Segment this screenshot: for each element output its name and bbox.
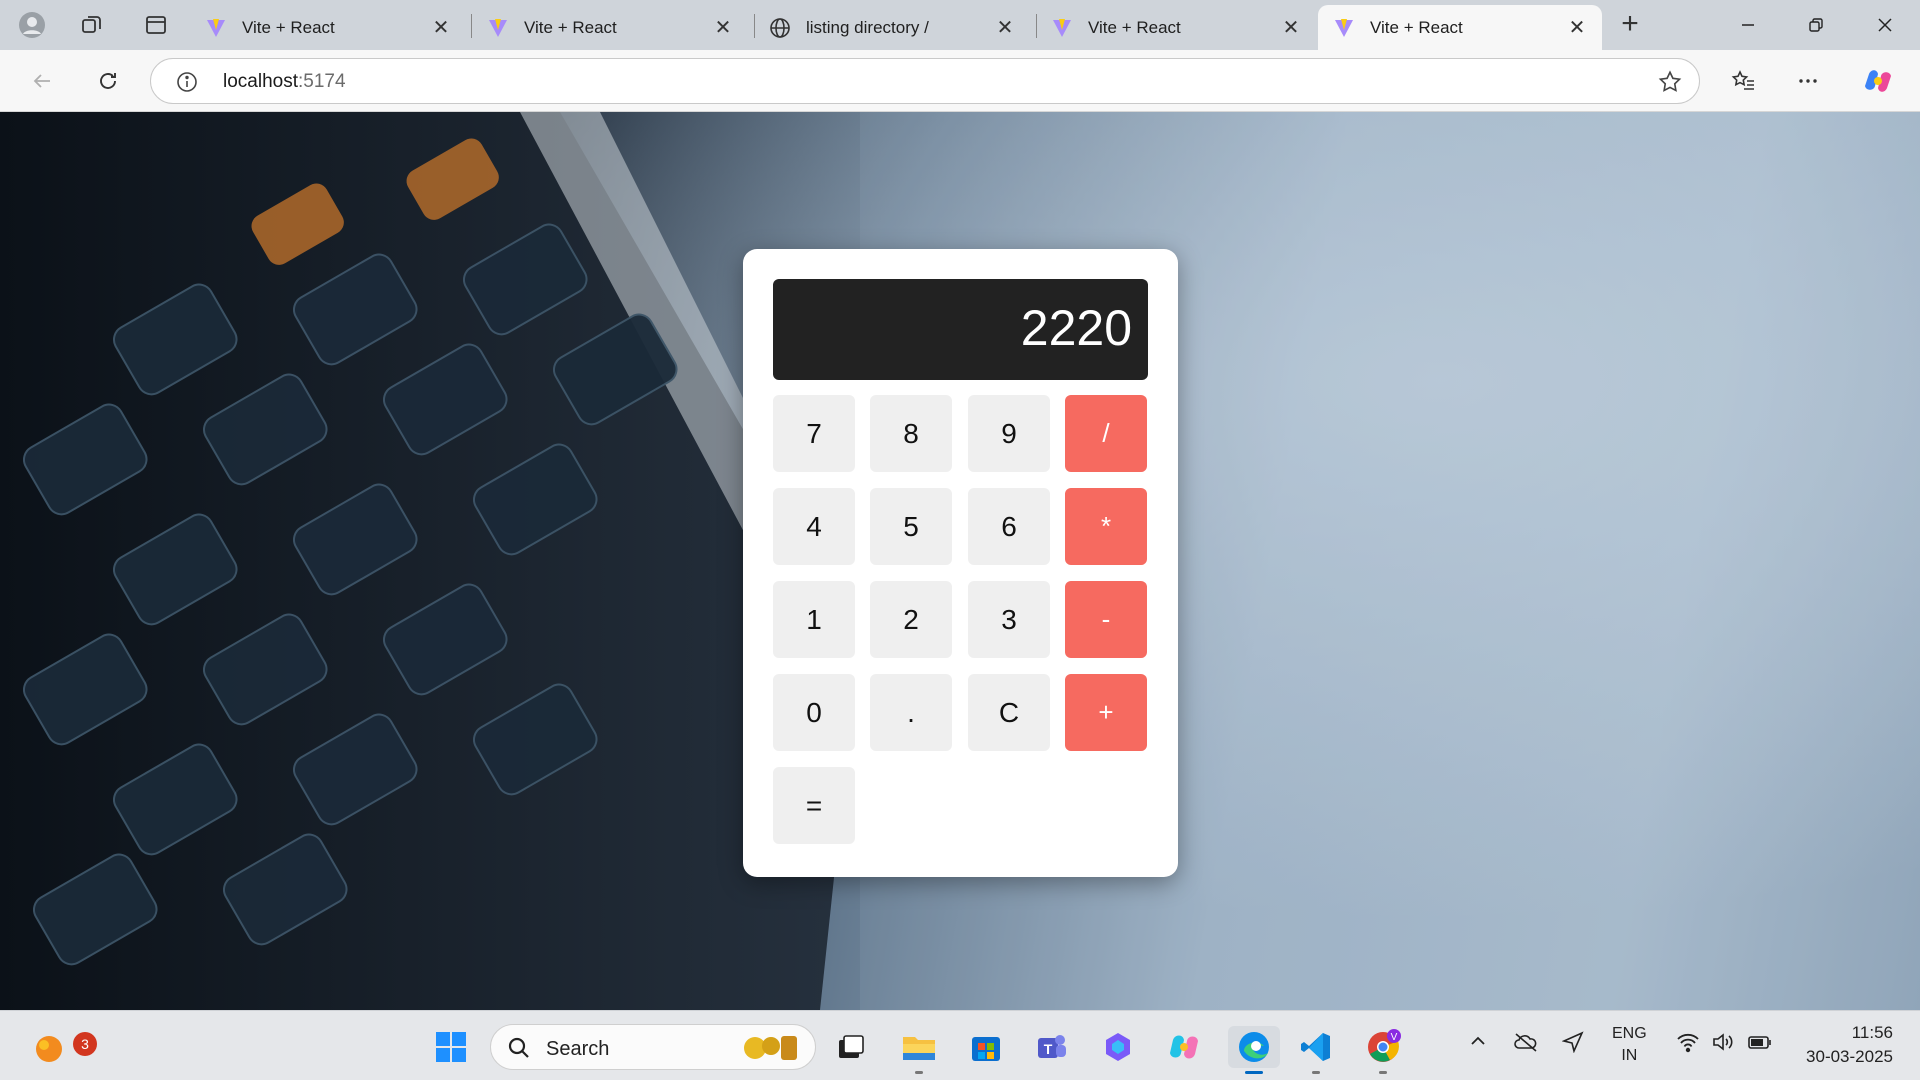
browser-tab[interactable]: Vite + React ✕	[190, 5, 466, 50]
new-tab-button[interactable]: +	[1615, 9, 1645, 40]
wifi-icon[interactable]	[1676, 1031, 1700, 1058]
globe-icon	[768, 16, 792, 40]
tab-title: Vite + React	[242, 17, 335, 37]
vite-logo-icon	[204, 16, 228, 40]
key-clear[interactable]: C	[968, 674, 1050, 751]
site-info-icon[interactable]	[175, 70, 199, 94]
taskbar: 3 Search T V ENG IN 11:56 30-03-2025	[0, 1010, 1920, 1080]
running-indicator	[1312, 1071, 1320, 1074]
language-code: ENG	[1612, 1025, 1647, 1042]
close-tab-icon[interactable]: ✕	[430, 15, 452, 40]
onedrive-offline-icon[interactable]	[1513, 1031, 1539, 1058]
taskbar-search-box[interactable]: Search	[490, 1024, 816, 1070]
language-indicator[interactable]: ENG IN	[1612, 1023, 1647, 1067]
address-bar[interactable]: localhost:5174	[150, 58, 1700, 104]
profile-icon[interactable]	[16, 9, 48, 41]
close-tab-icon[interactable]: ✕	[1566, 15, 1588, 40]
browser-toolbar: localhost:5174	[0, 50, 1920, 112]
key-decimal[interactable]: .	[870, 674, 952, 751]
microsoft-store-icon[interactable]	[965, 1026, 1007, 1068]
key-6[interactable]: 6	[968, 488, 1050, 565]
copilot-app-icon[interactable]	[1163, 1026, 1205, 1068]
back-button[interactable]	[24, 63, 60, 99]
vite-logo-icon	[1332, 16, 1356, 40]
tab-title: listing directory /	[806, 17, 929, 37]
key-9[interactable]: 9	[968, 395, 1050, 472]
key-add[interactable]: +	[1065, 674, 1147, 751]
task-view-icon[interactable]	[830, 1026, 872, 1068]
key-4[interactable]: 4	[773, 488, 855, 565]
notification-badge: 3	[73, 1032, 97, 1056]
running-indicator	[915, 1071, 923, 1074]
search-icon	[508, 1037, 529, 1058]
favorite-star-icon[interactable]	[1657, 69, 1683, 95]
teams-icon[interactable]: T	[1030, 1026, 1072, 1068]
svg-text:T: T	[1044, 1041, 1053, 1057]
vite-logo-icon	[1050, 16, 1074, 40]
url-port: :5174	[298, 71, 346, 92]
key-divide[interactable]: /	[1065, 395, 1147, 472]
key-8[interactable]: 8	[870, 395, 952, 472]
url-host: localhost	[223, 71, 298, 92]
chrome-icon[interactable]: V	[1362, 1026, 1404, 1074]
browser-tab[interactable]: Vite + React ✕	[472, 5, 748, 50]
minimize-button[interactable]	[1725, 8, 1771, 42]
address-url[interactable]: localhost:5174	[223, 71, 346, 93]
volume-icon[interactable]	[1711, 1031, 1735, 1058]
search-label: Search	[546, 1038, 610, 1060]
close-window-button[interactable]	[1862, 8, 1908, 42]
page-viewport: 2220 7 8 9 / 4 5 6 * 1 2 3 - 0 . C + =	[0, 112, 1920, 1010]
key-equals[interactable]: =	[773, 767, 855, 844]
key-multiply[interactable]: *	[1065, 488, 1147, 565]
location-icon[interactable]	[1561, 1031, 1584, 1058]
browser-tab[interactable]: Vite + React ✕	[1036, 5, 1316, 50]
more-menu-icon[interactable]	[1790, 63, 1826, 99]
start-button[interactable]	[430, 1026, 472, 1068]
key-5[interactable]: 5	[870, 488, 952, 565]
browser-tab-strip: Vite + React ✕ Vite + React ✕ listing di…	[0, 0, 1920, 50]
close-tab-icon[interactable]: ✕	[994, 15, 1016, 40]
browser-tab-active[interactable]: Vite + React ✕	[1318, 5, 1602, 50]
battery-icon[interactable]	[1747, 1031, 1773, 1058]
calculator-display: 2220	[773, 279, 1148, 380]
key-0[interactable]: 0	[773, 674, 855, 751]
language-region: IN	[1621, 1047, 1638, 1064]
search-highlight-icon	[744, 1036, 797, 1060]
close-tab-icon[interactable]: ✕	[712, 15, 734, 40]
close-tab-icon[interactable]: ✕	[1280, 15, 1302, 40]
refresh-button[interactable]	[90, 63, 126, 99]
key-7[interactable]: 7	[773, 395, 855, 472]
vertical-tabs-icon[interactable]	[140, 9, 172, 41]
key-1[interactable]: 1	[773, 581, 855, 658]
key-3[interactable]: 3	[968, 581, 1050, 658]
key-2[interactable]: 2	[870, 581, 952, 658]
clock-date: 30-03-2025	[1806, 1047, 1893, 1066]
workspaces-icon[interactable]	[76, 9, 108, 41]
copilot-icon[interactable]	[1860, 63, 1896, 99]
running-indicator	[1245, 1071, 1263, 1074]
key-subtract[interactable]: -	[1065, 581, 1147, 658]
file-explorer-icon[interactable]	[898, 1026, 940, 1074]
vscode-icon[interactable]	[1295, 1026, 1337, 1074]
vite-logo-icon	[486, 16, 510, 40]
system-clock[interactable]: 11:56 30-03-2025	[1797, 1021, 1893, 1069]
edge-browser-icon[interactable]	[1228, 1026, 1280, 1074]
browser-tab[interactable]: listing directory / ✕	[754, 5, 1030, 50]
running-indicator	[1379, 1071, 1387, 1074]
tab-title: Vite + React	[524, 17, 617, 37]
clock-time: 11:56	[1851, 1023, 1893, 1042]
tab-title: Vite + React	[1370, 17, 1463, 37]
tab-title: Vite + React	[1088, 17, 1181, 37]
widgets-icon[interactable]: 3	[28, 1026, 97, 1068]
favorites-icon[interactable]	[1725, 63, 1761, 99]
restore-button[interactable]	[1793, 8, 1839, 42]
microsoft-365-icon[interactable]	[1097, 1026, 1139, 1068]
calculator-panel: 2220 7 8 9 / 4 5 6 * 1 2 3 - 0 . C + =	[743, 249, 1178, 877]
show-hidden-icons-chevron-icon[interactable]	[1468, 1031, 1488, 1056]
svg-text:V: V	[1391, 1032, 1398, 1043]
